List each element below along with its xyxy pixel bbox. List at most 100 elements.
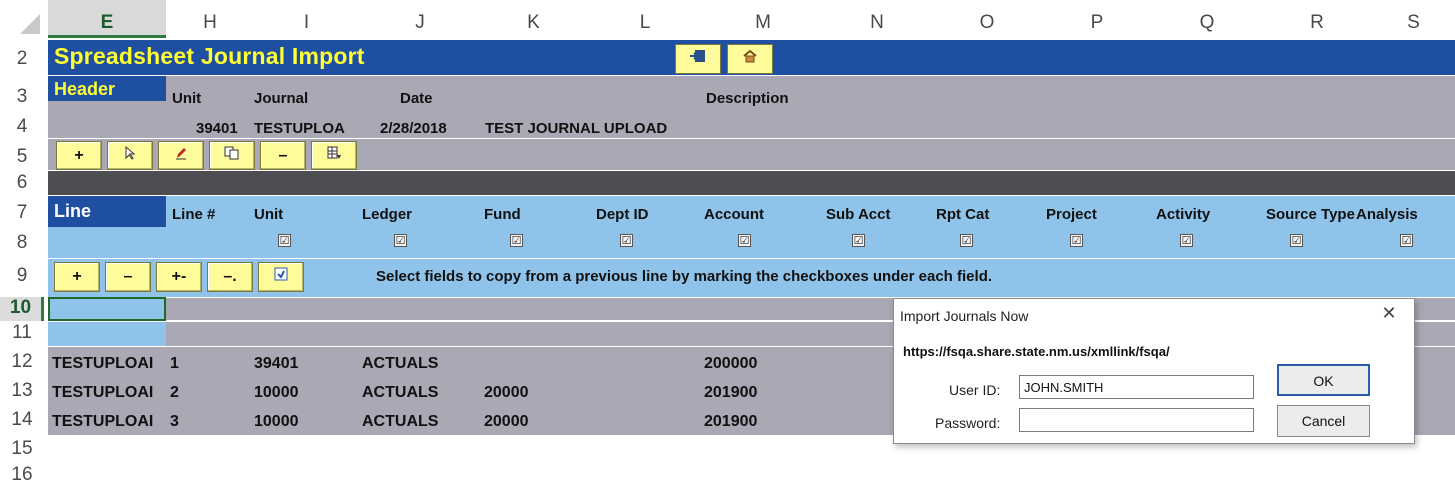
copy-line-button[interactable]	[258, 262, 304, 292]
header-select-button[interactable]	[107, 141, 153, 170]
add-icon: +	[74, 147, 84, 164]
table-row-1-unit[interactable]: 39401	[254, 355, 299, 373]
line-col-project: Project	[1046, 206, 1097, 223]
row-header-8[interactable]: 8	[0, 232, 44, 256]
copy-checkbox-account[interactable]: ☑	[738, 234, 751, 247]
cancel-button[interactable]: Cancel	[1277, 405, 1370, 437]
page-title: Spreadsheet Journal Import	[54, 43, 365, 69]
copy-checkbox-unit[interactable]: ☑	[278, 234, 291, 247]
table-row-3-unit[interactable]: 10000	[254, 413, 299, 431]
row-header-4[interactable]: 4	[0, 116, 44, 140]
separator-band	[48, 171, 1455, 195]
copy-checkbox-rpt-cat[interactable]: ☑	[960, 234, 973, 247]
import-button[interactable]	[675, 44, 721, 74]
row-header-2[interactable]: 2	[0, 48, 44, 76]
header-field-journal: Journal	[254, 90, 309, 107]
header-grid-button[interactable]	[311, 141, 357, 170]
table-row-2-unit[interactable]: 10000	[254, 384, 299, 402]
column-header-o[interactable]: O	[932, 12, 1042, 36]
column-header-q[interactable]: Q	[1152, 12, 1262, 36]
table-row-2-ledger[interactable]: ACTUALS	[362, 384, 438, 402]
import-icon	[689, 50, 707, 67]
copy-checkbox-sub-acct[interactable]: ☑	[852, 234, 865, 247]
row-header-6[interactable]: 6	[0, 172, 44, 194]
close-icon[interactable]: ✕	[1378, 302, 1400, 324]
add-line-button[interactable]: +	[54, 262, 100, 292]
row-header-16[interactable]: 16	[0, 464, 44, 487]
header-remove-button[interactable]: –	[260, 141, 306, 170]
column-header-s[interactable]: S	[1372, 12, 1455, 36]
row-header-5[interactable]: 5	[0, 146, 44, 170]
column-header-k[interactable]: K	[481, 12, 586, 36]
copy-checkbox-source-type[interactable]: ☑	[1290, 234, 1303, 247]
header-unit-value[interactable]: 39401	[196, 120, 238, 137]
grid-icon	[326, 146, 342, 163]
line-col-sub-acct: Sub Acct	[826, 206, 891, 223]
row-header-7[interactable]: 7	[0, 202, 44, 226]
row-header-14[interactable]: 14	[0, 409, 44, 433]
cell-e11[interactable]	[48, 322, 166, 346]
column-header-p[interactable]: P	[1042, 12, 1152, 36]
table-row-1-ledger[interactable]: ACTUALS	[362, 355, 438, 373]
row-header-10[interactable]: 10	[0, 297, 44, 321]
header-journal-value[interactable]: TESTUPLOA	[254, 120, 345, 137]
line-col-unit: Unit	[254, 206, 284, 223]
column-header-n[interactable]: N	[822, 12, 932, 36]
user-id-label: User ID:	[949, 382, 1001, 398]
line-col-dept-id: Dept ID	[596, 206, 649, 223]
line-col-source-type: Source Type	[1266, 206, 1355, 223]
home-button[interactable]	[727, 44, 773, 74]
copy-checkbox-analysis[interactable]: ☑	[1400, 234, 1413, 247]
row-header-11[interactable]: 11	[0, 322, 44, 346]
table-row-2-fund[interactable]: 20000	[484, 384, 529, 402]
column-header-r[interactable]: R	[1262, 12, 1372, 36]
table-row-3-journal[interactable]: TESTUPLOAI	[52, 413, 153, 431]
line-col-fund: Fund	[484, 206, 521, 223]
column-header-i[interactable]: I	[254, 12, 359, 36]
column-header-l[interactable]: L	[586, 12, 704, 36]
column-header-h[interactable]: H	[166, 12, 254, 36]
delete-line-button[interactable]: –.	[207, 262, 253, 292]
ok-button[interactable]: OK	[1277, 364, 1370, 396]
copy-checkbox-project[interactable]: ☑	[1070, 234, 1083, 247]
line-col-activity: Activity	[1156, 206, 1211, 223]
table-row-2-line-no[interactable]: 2	[170, 384, 179, 402]
row-header-15[interactable]: 15	[0, 438, 44, 462]
table-row-1-account[interactable]: 200000	[704, 355, 757, 373]
row-header-12[interactable]: 12	[0, 351, 44, 375]
table-row-3-line-no[interactable]: 3	[170, 413, 179, 431]
header-blank-cell	[48, 102, 166, 138]
table-row-3-ledger[interactable]: ACTUALS	[362, 413, 438, 431]
copy-checkbox-dept-id[interactable]: ☑	[620, 234, 633, 247]
row-header-13[interactable]: 13	[0, 380, 44, 404]
column-header-j[interactable]: J	[359, 12, 481, 36]
table-row-3-account[interactable]: 201900	[704, 413, 757, 431]
line-col-rpt-cat: Rpt Cat	[936, 206, 990, 223]
header-date-value[interactable]: 2/28/2018	[380, 120, 447, 137]
home-icon	[742, 49, 758, 67]
active-cell-e10[interactable]	[48, 297, 166, 321]
copy-checkbox-activity[interactable]: ☑	[1180, 234, 1193, 247]
table-row-2-account[interactable]: 201900	[704, 384, 757, 402]
copy-checkbox-fund[interactable]: ☑	[510, 234, 523, 247]
header-copy-button[interactable]	[209, 141, 255, 170]
table-row-2-journal[interactable]: TESTUPLOAI	[52, 384, 153, 402]
table-row-1-line-no[interactable]: 1	[170, 355, 179, 373]
table-row-1-journal[interactable]: TESTUPLOAI	[52, 355, 153, 373]
row-header-3[interactable]: 3	[0, 86, 44, 110]
copy-checkbox-ledger[interactable]: ☑	[394, 234, 407, 247]
header-add-button[interactable]: +	[56, 141, 102, 170]
insert-line-button[interactable]: +‐	[156, 262, 202, 292]
header-description-value[interactable]: TEST JOURNAL UPLOAD	[485, 120, 667, 137]
user-id-field[interactable]	[1019, 375, 1254, 399]
remove-line-button[interactable]: –	[105, 262, 151, 292]
delete-line-icon: –.	[223, 268, 237, 285]
column-header-e[interactable]: E	[48, 12, 166, 36]
header-edit-button[interactable]	[158, 141, 204, 170]
row-header-9[interactable]: 9	[0, 265, 44, 289]
column-header-m[interactable]: M	[704, 12, 822, 36]
line-col-analysis: Analysis	[1356, 206, 1418, 223]
select-icon	[124, 145, 136, 163]
table-row-3-fund[interactable]: 20000	[484, 413, 529, 431]
password-field[interactable]	[1019, 408, 1254, 432]
